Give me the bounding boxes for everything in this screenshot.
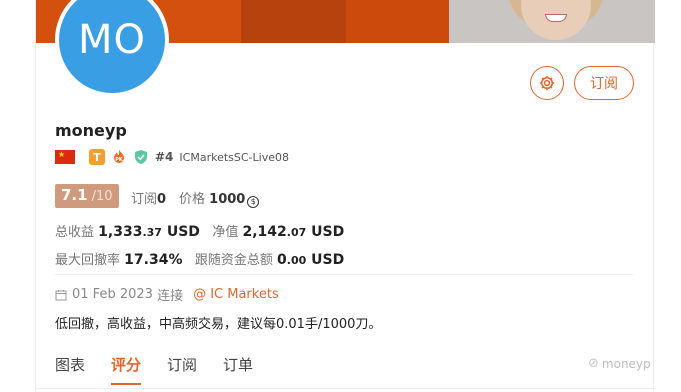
subscription-value: 0: [157, 192, 167, 207]
strategy-description: 低回撤，高收益，中高频交易，建议每0.01手/1000刀。: [55, 317, 382, 332]
score-badge: 7.1 /10: [55, 184, 119, 208]
tab-orders[interactable]: 订单: [223, 354, 253, 381]
tab-subscribe[interactable]: 订阅: [167, 354, 197, 381]
net-value-unit: USD: [311, 224, 345, 240]
banner-photo: [449, 0, 655, 43]
watermark: ⊘ moneyp: [588, 356, 651, 371]
calendar-icon: [55, 289, 67, 300]
total-profit-int: 1,333: [98, 224, 143, 240]
connection-label: 连接: [157, 289, 184, 304]
drawdown-row: 最大回撤率 17.34% 跟随资金总额 0.00 USD: [55, 249, 344, 268]
subscription-label: 订阅: [131, 192, 158, 207]
follow-funds-unit: USD: [311, 252, 345, 268]
tabs-bottom-border: [36, 388, 655, 389]
price-label: 价格: [179, 192, 206, 207]
profile-tabs: 图表 评分 订阅 订单: [55, 354, 279, 385]
subscribe-button[interactable]: 订阅: [574, 66, 634, 100]
verified-shield-icon: [135, 150, 147, 164]
max-drawdown-value: 17.34%: [124, 252, 183, 268]
pk-badge-text: PK: [115, 157, 124, 163]
follow-funds-label: 跟随资金总额: [194, 253, 273, 268]
divider: [55, 274, 633, 275]
tab-chart[interactable]: 图表: [55, 354, 85, 381]
pk-badge-icon: PK: [114, 150, 124, 163]
username: moneyp: [55, 121, 127, 140]
net-value-label: 净值: [212, 225, 239, 240]
price-value: 1000: [209, 192, 246, 207]
total-profit-dec: .37: [142, 226, 162, 239]
coin-icon: $: [247, 196, 260, 208]
watermark-text: moneyp: [601, 356, 651, 371]
score-max: /10: [91, 189, 113, 204]
tab-rating[interactable]: 评分: [111, 354, 142, 385]
connection-info: 01 Feb 2023 连接 @ IC Markets: [55, 285, 279, 304]
account-server: ICMarketsSC-Live08: [179, 150, 289, 164]
china-flag-icon: ★: [55, 150, 75, 164]
net-value-dec: .07: [286, 226, 307, 239]
follow-funds-int: 0: [277, 252, 287, 268]
avatar-initials: MO: [78, 17, 146, 63]
score-value: 7.1: [61, 186, 88, 204]
price: 价格 1000 $: [179, 188, 260, 208]
avatar: MO: [55, 0, 169, 97]
profit-row: 总收益 1,333.37 USD 净值 2,142.07 USD: [55, 221, 344, 240]
broker-link[interactable]: @ IC Markets: [193, 287, 279, 302]
watermark-logo-icon: ⊘: [588, 356, 599, 371]
max-drawdown-label: 最大回撤率: [55, 253, 121, 268]
settings-button[interactable]: [530, 66, 564, 100]
total-profit-unit: USD: [166, 224, 200, 240]
total-profit-label: 总收益: [55, 225, 95, 240]
gear-icon: [539, 75, 555, 91]
follow-funds-dec: .00: [286, 254, 307, 267]
t-badge-icon: T: [89, 149, 105, 165]
connection-date: 01 Feb 2023: [72, 287, 153, 302]
trader-profile-card: MO 订阅 moneyp ★ T PK #4 ICMarketsSC-Live0…: [35, 0, 655, 392]
badge-row: ★ T PK #4 ICMarketsSC-Live08: [55, 148, 289, 166]
net-value-int: 2,142: [242, 224, 287, 240]
subscription-count: 订阅0: [131, 188, 166, 207]
rank: #4: [155, 150, 174, 164]
